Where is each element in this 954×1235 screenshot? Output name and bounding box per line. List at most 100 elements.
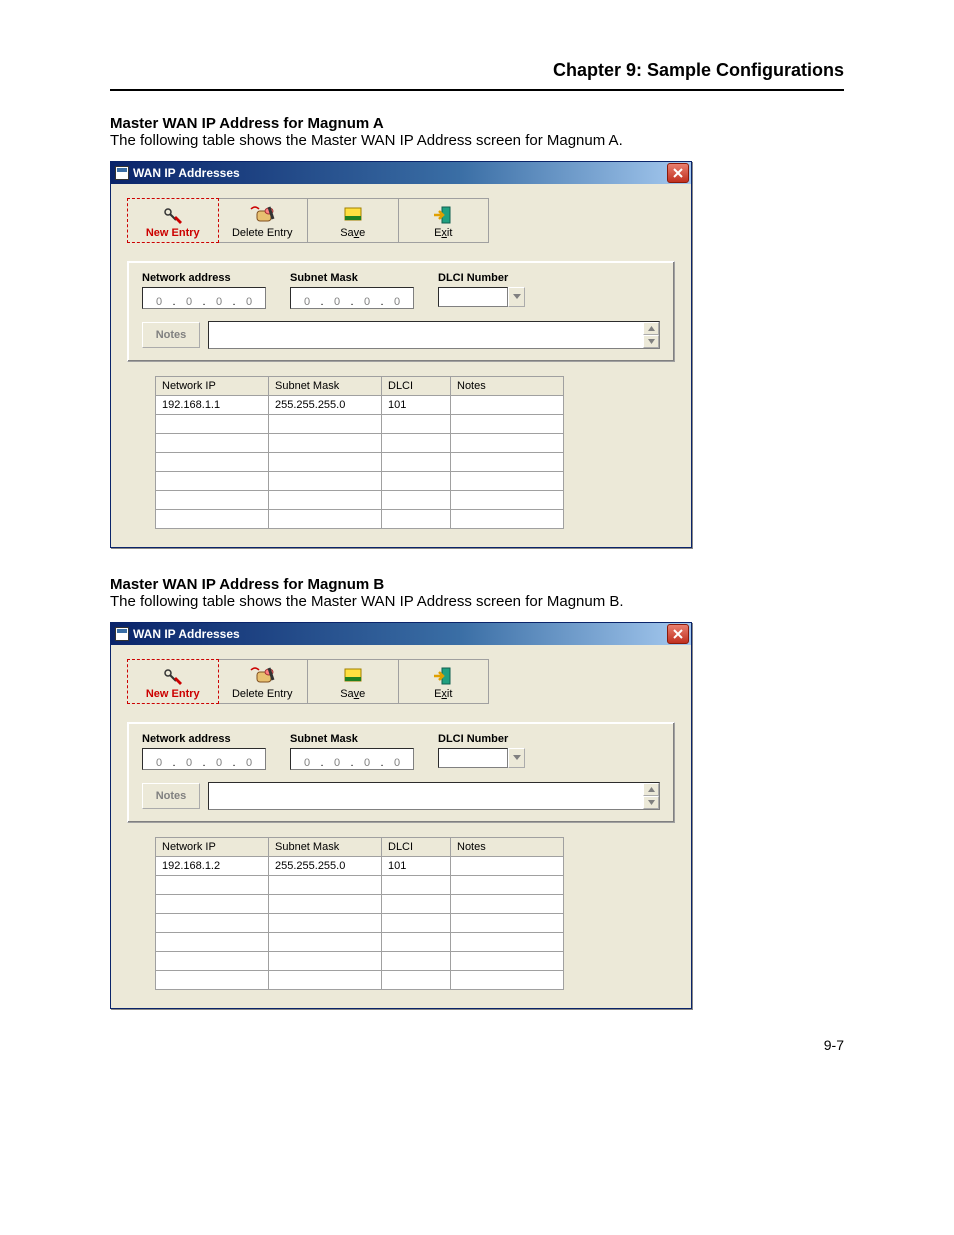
close-button[interactable]: [667, 624, 689, 644]
entries-table: Network IP Subnet Mask DLCI Notes 192.16…: [155, 837, 564, 990]
window-icon: [115, 627, 129, 641]
subnet-mask-input[interactable]: 0. 0. 0. 0: [290, 748, 414, 770]
table-row[interactable]: [156, 453, 564, 472]
network-address-input[interactable]: 0. 0. 0. 0: [142, 748, 266, 770]
table-row[interactable]: [156, 434, 564, 453]
subnet-mask-input[interactable]: 0. 0. 0. 0: [290, 287, 414, 309]
dlci-number-input[interactable]: [438, 748, 508, 768]
new-entry-icon: [162, 203, 184, 227]
new-entry-label: New Entry: [146, 227, 200, 239]
chevron-up-icon: [648, 326, 655, 331]
chevron-down-icon: [648, 339, 655, 344]
close-button[interactable]: [667, 163, 689, 183]
header-divider: [110, 89, 844, 91]
notes-button[interactable]: Notes: [142, 322, 200, 348]
cell-subnet-mask: 255.255.255.0: [269, 396, 382, 415]
window-title: WAN IP Addresses: [133, 166, 240, 180]
new-entry-label: New Entry: [146, 688, 200, 700]
section-a-desc: The following table shows the Master WAN…: [110, 132, 844, 149]
new-entry-button[interactable]: New Entry: [127, 198, 219, 243]
exit-icon: [432, 664, 454, 688]
new-entry-button[interactable]: New Entry: [127, 659, 219, 704]
col-notes: Notes: [451, 377, 564, 396]
table-row[interactable]: [156, 914, 564, 933]
fields-panel: Network address 0. 0. 0. 0 Subnet Mask 0…: [127, 261, 675, 362]
table-row[interactable]: [156, 895, 564, 914]
entries-table: Network IP Subnet Mask DLCI Notes 192.16…: [155, 376, 564, 529]
cell-network-ip: 192.168.1.2: [156, 857, 269, 876]
notes-scroll-up[interactable]: [643, 322, 659, 335]
titlebar: WAN IP Addresses: [111, 623, 691, 645]
cell-network-ip: 192.168.1.1: [156, 396, 269, 415]
page-number: 9-7: [110, 1037, 844, 1053]
table-row[interactable]: 192.168.1.1 255.255.255.0 101: [156, 396, 564, 415]
notes-scroll-up[interactable]: [643, 783, 659, 796]
cell-notes: [451, 396, 564, 415]
cell-subnet-mask: 255.255.255.0: [269, 857, 382, 876]
exit-button[interactable]: Exit: [399, 199, 489, 242]
network-address-label: Network address: [142, 733, 266, 745]
col-dlci: DLCI: [382, 838, 451, 857]
save-button[interactable]: Save: [308, 660, 399, 703]
chevron-down-icon: [513, 294, 521, 300]
delete-entry-icon: [249, 664, 275, 688]
save-label: Save: [340, 688, 365, 700]
save-button[interactable]: Save: [308, 199, 399, 242]
table-row[interactable]: 192.168.1.2 255.255.255.0 101: [156, 857, 564, 876]
table-row[interactable]: [156, 510, 564, 529]
fields-panel: Network address 0. 0. 0. 0 Subnet Mask 0…: [127, 722, 675, 823]
cell-dlci: 101: [382, 857, 451, 876]
delete-entry-label: Delete Entry: [232, 688, 293, 700]
titlebar: WAN IP Addresses: [111, 162, 691, 184]
table-row[interactable]: [156, 472, 564, 491]
notes-scroll-down[interactable]: [643, 796, 659, 809]
delete-entry-button[interactable]: Delete Entry: [218, 660, 309, 703]
wan-ip-window-b: WAN IP Addresses New Entry Delete En: [110, 622, 692, 1009]
notes-scroll-down[interactable]: [643, 335, 659, 348]
notes-textarea[interactable]: [208, 321, 660, 349]
notes-textarea[interactable]: [208, 782, 660, 810]
close-icon: [673, 629, 683, 639]
save-icon: [343, 203, 363, 227]
save-label: Save: [340, 227, 365, 239]
close-icon: [673, 168, 683, 178]
chevron-down-icon: [648, 800, 655, 805]
dlci-number-label: DLCI Number: [438, 272, 525, 284]
cell-notes: [451, 857, 564, 876]
network-address-label: Network address: [142, 272, 266, 284]
save-icon: [343, 664, 363, 688]
dlci-number-label: DLCI Number: [438, 733, 525, 745]
delete-entry-icon: [249, 203, 275, 227]
table-row[interactable]: [156, 876, 564, 895]
table-row[interactable]: [156, 415, 564, 434]
chapter-title: Chapter 9: Sample Configurations: [110, 60, 844, 81]
cell-dlci: 101: [382, 396, 451, 415]
table-row[interactable]: [156, 971, 564, 990]
exit-icon: [432, 203, 454, 227]
chevron-up-icon: [648, 787, 655, 792]
exit-button[interactable]: Exit: [399, 660, 489, 703]
col-subnet-mask: Subnet Mask: [269, 377, 382, 396]
chevron-down-icon: [513, 755, 521, 761]
subnet-mask-label: Subnet Mask: [290, 733, 414, 745]
table-header-row: Network IP Subnet Mask DLCI Notes: [156, 838, 564, 857]
window-title: WAN IP Addresses: [133, 627, 240, 641]
col-notes: Notes: [451, 838, 564, 857]
col-subnet-mask: Subnet Mask: [269, 838, 382, 857]
table-row[interactable]: [156, 952, 564, 971]
delete-entry-button[interactable]: Delete Entry: [218, 199, 309, 242]
table-row[interactable]: [156, 491, 564, 510]
section-a-heading: Master WAN IP Address for Magnum A: [110, 115, 844, 132]
exit-label: Exit: [434, 688, 452, 700]
section-b-desc: The following table shows the Master WAN…: [110, 593, 844, 610]
network-address-input[interactable]: 0. 0. 0. 0: [142, 287, 266, 309]
delete-entry-label: Delete Entry: [232, 227, 293, 239]
col-network-ip: Network IP: [156, 377, 269, 396]
toolbar: New Entry Delete Entry Save: [127, 198, 489, 243]
dlci-dropdown-button[interactable]: [508, 748, 525, 768]
table-row[interactable]: [156, 933, 564, 952]
dlci-number-input[interactable]: [438, 287, 508, 307]
section-b-heading: Master WAN IP Address for Magnum B: [110, 576, 844, 593]
dlci-dropdown-button[interactable]: [508, 287, 525, 307]
notes-button[interactable]: Notes: [142, 783, 200, 809]
